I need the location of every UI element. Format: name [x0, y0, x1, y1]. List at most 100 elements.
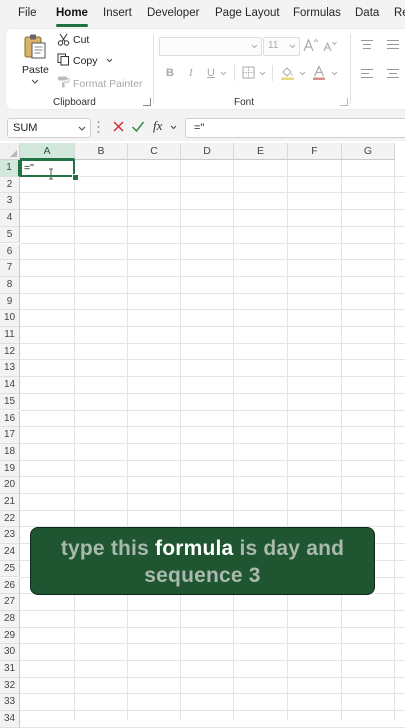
menu-developer[interactable]: Developer — [147, 7, 199, 19]
column-header-c[interactable]: C — [128, 143, 181, 160]
row-header-14[interactable]: 14 — [0, 377, 20, 394]
row-header-33[interactable]: 33 — [0, 694, 20, 712]
paste-icon[interactable] — [22, 33, 48, 61]
font-name-dropdown[interactable] — [159, 37, 262, 56]
row-header-34[interactable]: 34 — [0, 711, 20, 728]
copy-chevron-down-icon[interactable] — [106, 58, 113, 63]
select-all-corner[interactable] — [0, 143, 20, 160]
ribbon-panel: Paste Cut Copy Format Painter Clipboard — [6, 29, 405, 109]
row-gridline — [20, 225, 405, 227]
underline-button[interactable]: U — [207, 67, 215, 79]
row-header-11[interactable]: 11 — [0, 327, 20, 344]
row-header-5[interactable]: 5 — [0, 226, 20, 244]
row-header-24[interactable]: 24 — [0, 544, 20, 561]
name-box-chevron-down-icon[interactable] — [78, 126, 86, 131]
row-header-6[interactable]: 6 — [0, 243, 20, 261]
row-header-12[interactable]: 12 — [0, 343, 20, 361]
row-gridline — [20, 309, 405, 311]
row-header-10[interactable]: 10 — [0, 310, 20, 327]
column-header-e[interactable]: E — [234, 143, 288, 160]
menu-file[interactable]: File — [18, 7, 37, 19]
scissors-icon[interactable] — [57, 33, 70, 46]
paste-chevron-down-icon[interactable] — [31, 79, 39, 84]
formula-input-value: =" — [194, 122, 205, 134]
formula-input[interactable]: =" — [185, 118, 405, 138]
font-chevron-down-icon — [251, 44, 258, 49]
menu-data[interactable]: Data — [355, 7, 379, 19]
font-launcher-icon[interactable] — [340, 98, 348, 106]
row-header-2[interactable]: 2 — [0, 176, 20, 194]
row-header-20[interactable]: 20 — [0, 477, 20, 494]
row-header-22[interactable]: 22 — [0, 510, 20, 528]
row-header-21[interactable]: 21 — [0, 494, 20, 511]
borders-icon[interactable] — [242, 66, 255, 79]
row-header-7[interactable]: 7 — [0, 260, 20, 277]
row-header-23[interactable]: 23 — [0, 527, 20, 545]
row-header-26[interactable]: 26 — [0, 577, 20, 595]
row-gridline — [20, 643, 405, 645]
row-gridline — [20, 459, 405, 461]
column-header-g[interactable]: G — [342, 143, 395, 160]
row-header-9[interactable]: 9 — [0, 293, 20, 311]
italic-button[interactable]: I — [189, 67, 193, 79]
menu-home[interactable]: Home — [56, 7, 88, 19]
row-header-27[interactable]: 27 — [0, 594, 20, 611]
cut-button[interactable]: Cut — [73, 34, 89, 46]
format-painter-icon[interactable] — [57, 75, 70, 88]
menu-page-layout[interactable]: Page Layout — [215, 7, 280, 19]
clipboard-launcher-icon[interactable] — [143, 98, 151, 106]
row-header-30[interactable]: 30 — [0, 644, 20, 661]
row-header-13[interactable]: 13 — [0, 360, 20, 378]
middle-align-icon[interactable] — [386, 39, 400, 50]
row-header-8[interactable]: 8 — [0, 276, 20, 294]
fill-handle[interactable] — [72, 174, 79, 181]
row-gridline — [20, 442, 405, 444]
font-group-label: Font — [234, 97, 255, 108]
row-header-29[interactable]: 29 — [0, 627, 20, 645]
font-color-icon[interactable] — [312, 65, 326, 80]
fill-color-icon[interactable] — [280, 65, 295, 80]
borders-chevron-down-icon[interactable] — [259, 71, 266, 76]
cancel-icon[interactable] — [112, 120, 125, 133]
row-header-32[interactable]: 32 — [0, 677, 20, 695]
column-header-a[interactable]: A — [20, 143, 75, 160]
column-header-b[interactable]: B — [75, 143, 128, 160]
increase-font-size-icon[interactable] — [303, 38, 319, 52]
menu-formulas[interactable]: Formulas — [293, 7, 341, 19]
row-header-15[interactable]: 15 — [0, 393, 20, 411]
row-header-16[interactable]: 16 — [0, 410, 20, 428]
menu-review[interactable]: Re — [394, 7, 405, 19]
worksheet-grid[interactable]: ABCDEFG 1 2 3 4 5 6 7 8 9 10 11 12 13 14 15 16 17 18 19 20 2… — [0, 143, 405, 728]
drag-handle-icon[interactable] — [97, 120, 100, 134]
bold-button[interactable]: B — [166, 67, 174, 79]
align-left-icon[interactable] — [360, 68, 374, 79]
row-header-1[interactable]: 1 — [0, 160, 20, 177]
copy-icon[interactable] — [57, 53, 70, 66]
row-header-19[interactable]: 19 — [0, 460, 20, 478]
row-header-25[interactable]: 25 — [0, 560, 20, 578]
column-header-d[interactable]: D — [181, 143, 234, 160]
font-size-dropdown[interactable]: 11 — [263, 37, 300, 56]
name-box[interactable]: SUM — [7, 118, 91, 138]
row-header-31[interactable]: 31 — [0, 661, 20, 678]
enter-check-icon[interactable] — [131, 120, 145, 133]
insert-function-button[interactable]: fx — [153, 118, 162, 134]
row-header-18[interactable]: 18 — [0, 443, 20, 461]
top-align-icon[interactable] — [360, 39, 374, 50]
paste-button[interactable]: Paste — [22, 64, 49, 76]
row-header-3[interactable]: 3 — [0, 193, 20, 211]
format-painter-button[interactable]: Format Painter — [73, 78, 142, 90]
fill-chevron-down-icon[interactable] — [299, 71, 306, 76]
decrease-font-size-icon[interactable] — [323, 40, 337, 52]
fx-chevron-down-icon[interactable] — [170, 125, 177, 130]
font-color-chevron-down-icon[interactable] — [331, 71, 338, 76]
row-header-4[interactable]: 4 — [0, 210, 20, 227]
row-header-28[interactable]: 28 — [0, 610, 20, 628]
caption-highlight: formula — [155, 537, 234, 560]
column-header-f[interactable]: F — [288, 143, 342, 160]
row-header-17[interactable]: 17 — [0, 427, 20, 444]
copy-button[interactable]: Copy — [73, 55, 98, 67]
align-center-icon[interactable] — [386, 68, 400, 79]
underline-chevron-down-icon[interactable] — [220, 71, 227, 76]
menu-insert[interactable]: Insert — [103, 7, 132, 19]
